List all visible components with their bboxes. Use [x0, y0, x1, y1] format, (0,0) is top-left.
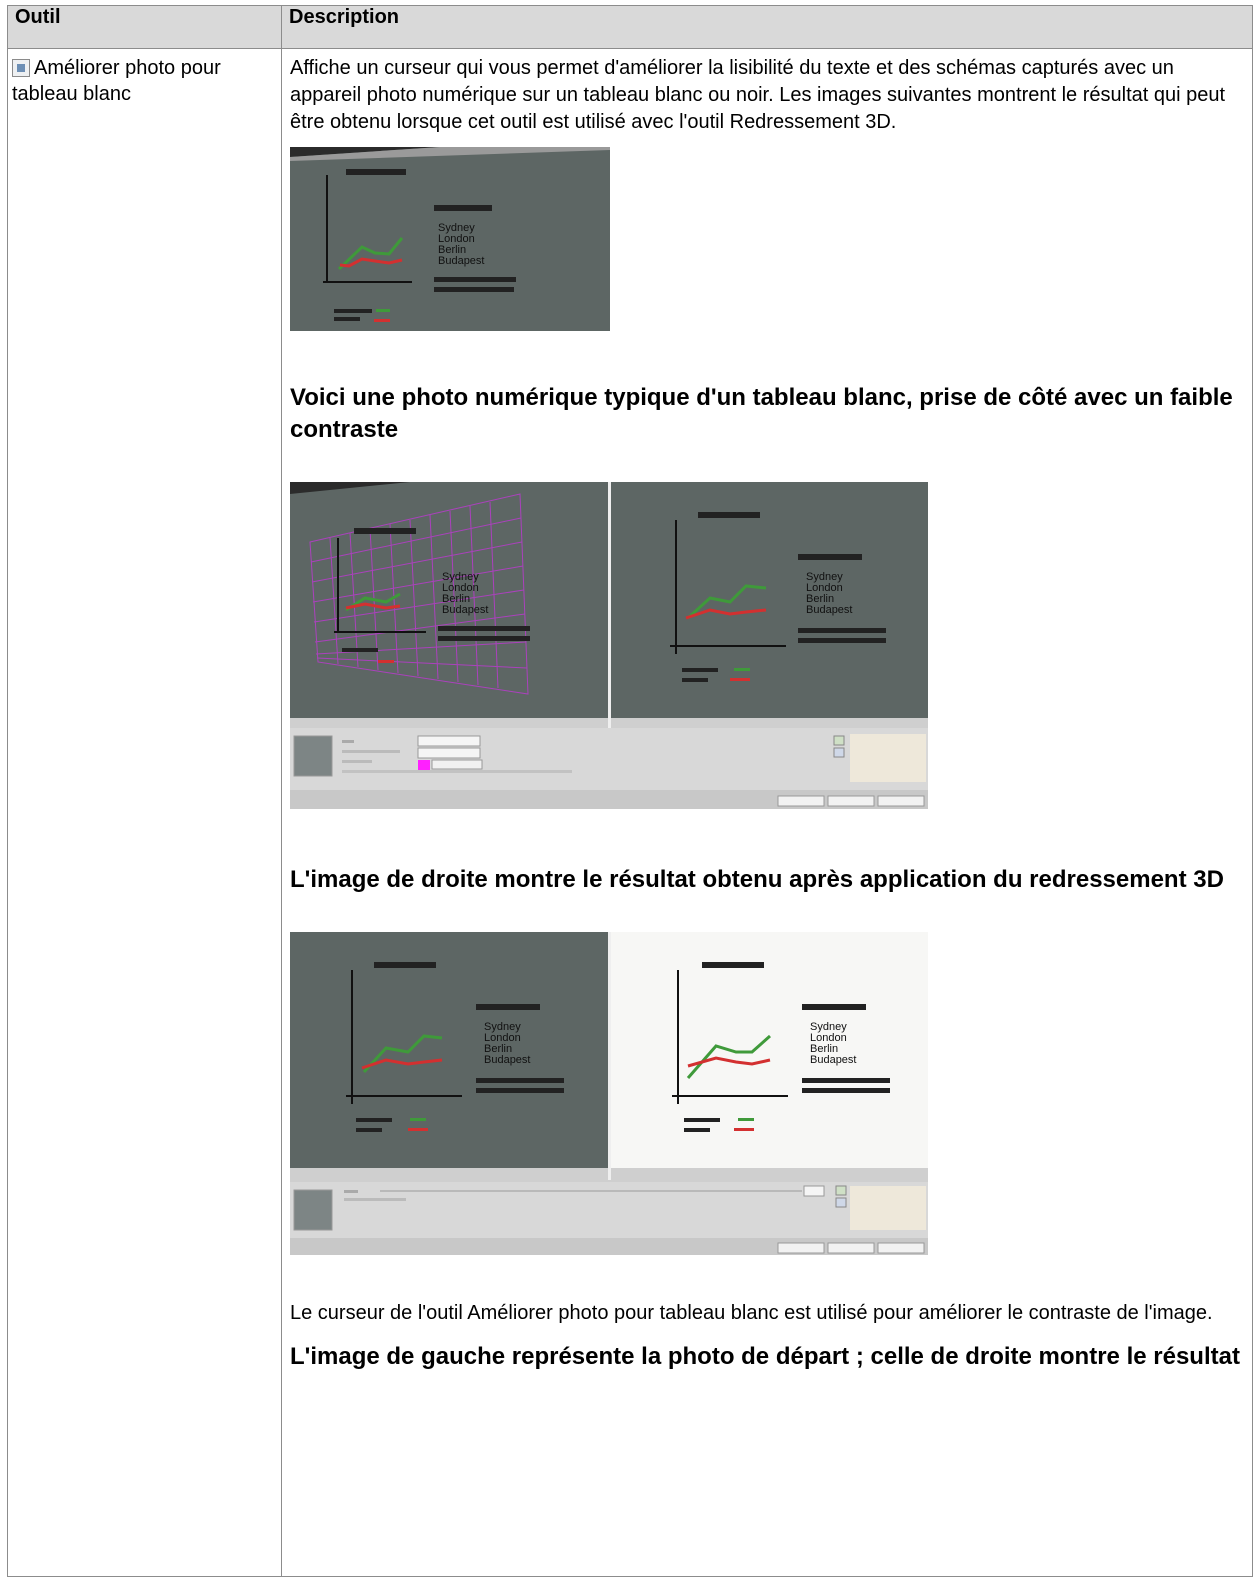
caption-3: L'image de gauche représente la photo de… [290, 1343, 1240, 1370]
tool-cell: Améliorer photo pour tableau blanc [7, 48, 282, 1577]
perspective-correction-screenshot: Sydney London Berlin Budapest Sydney Lon… [290, 482, 928, 809]
intro-text: Affiche un curseur qui vous permet d'amé… [290, 57, 1226, 133]
caption-2: L'image de droite montre le résultat obt… [290, 866, 1224, 893]
before-legend-budapest: Budapest [484, 1054, 530, 1066]
whiteboard-enhance-icon [12, 59, 30, 77]
header-tool: Outil [7, 5, 282, 49]
after-legend-budapest: Budapest [810, 1054, 856, 1066]
enhance-preview: Sydney London Berlin Budapest Sydney Lon… [290, 932, 928, 1255]
whiteboard-photo-skewed: Sydney London Berlin Budapest [290, 147, 610, 331]
tools-table: Outil Description Améliorer photo pour t… [7, 5, 1253, 1577]
result-legend-budapest: Budapest [806, 604, 852, 616]
paragraph-2: Le curseur de l'outil Améliorer photo po… [290, 1302, 1213, 1324]
correction-preview: Sydney London Berlin Budapest Sydney Lon… [290, 482, 928, 809]
enhance-tool-screenshot: Sydney London Berlin Budapest Sydney Lon… [290, 932, 928, 1255]
description-cell: Affiche un curseur qui vous permet d'amé… [281, 48, 1253, 1577]
caption-1: Voici une photo numérique typique d'un t… [290, 384, 1233, 443]
header-description: Description [281, 5, 1253, 49]
legend-budapest: Budapest [438, 255, 484, 267]
grid-legend-budapest: Budapest [442, 604, 488, 616]
tool-name: Améliorer photo pour tableau blanc [12, 57, 221, 105]
